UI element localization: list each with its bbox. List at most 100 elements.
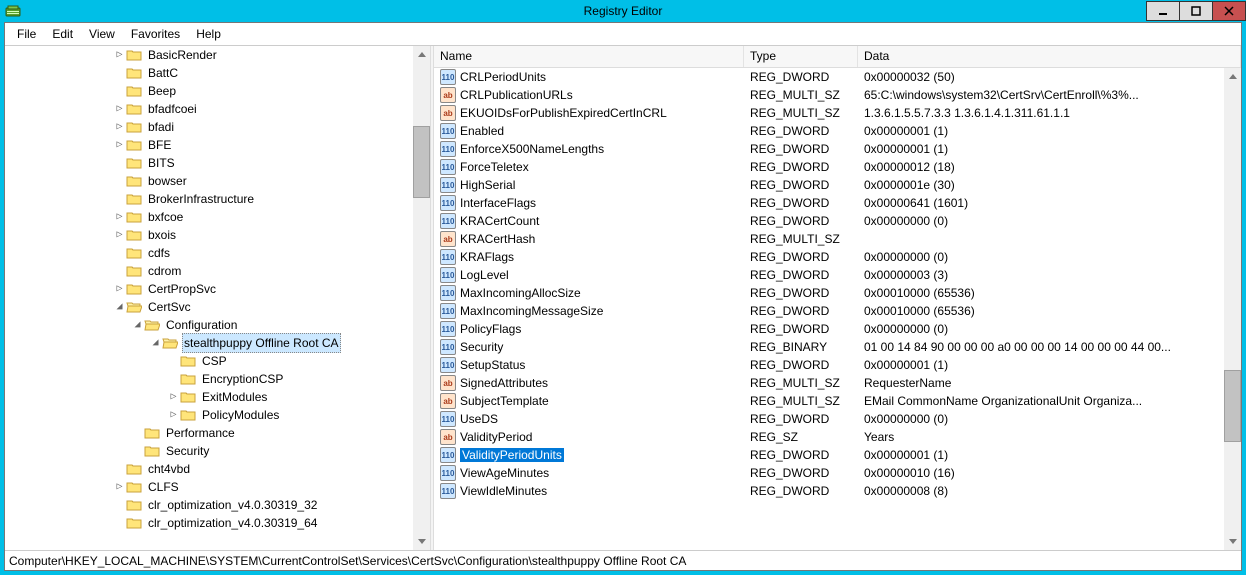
tree-node-label: ExitModules bbox=[200, 388, 269, 406]
value-row[interactable]: abCRLPublicationURLsREG_MULTI_SZ65:C:\wi… bbox=[434, 86, 1224, 104]
tree-node[interactable]: ▷ bxfcoe bbox=[5, 208, 413, 226]
tree-node-label: bowser bbox=[146, 172, 189, 190]
expand-toggle-icon[interactable]: ▷ bbox=[167, 388, 180, 406]
value-data: 0x00010000 (65536) bbox=[858, 304, 1224, 318]
menu-edit[interactable]: Edit bbox=[44, 25, 81, 43]
titlebar[interactable]: Registry Editor bbox=[0, 0, 1246, 22]
tree-node[interactable]: Beep bbox=[5, 82, 413, 100]
value-row[interactable]: 110LogLevelREG_DWORD0x00000003 (3) bbox=[434, 266, 1224, 284]
column-type[interactable]: Type bbox=[744, 46, 858, 67]
tree-node[interactable]: bowser bbox=[5, 172, 413, 190]
tree-node[interactable]: BITS bbox=[5, 154, 413, 172]
scroll-down-icon[interactable] bbox=[1224, 533, 1241, 550]
tree-node-label: bxois bbox=[146, 226, 178, 244]
tree-node[interactable]: ▷CLFS bbox=[5, 478, 413, 496]
value-data: 0x00000001 (1) bbox=[858, 124, 1224, 138]
value-data: 0x00000001 (1) bbox=[858, 448, 1224, 462]
tree-node[interactable]: ▷BasicRender bbox=[5, 46, 413, 64]
tree-node-label: CertPropSvc bbox=[146, 280, 218, 298]
value-row[interactable]: 110UseDSREG_DWORD0x00000000 (0) bbox=[434, 410, 1224, 428]
tree-node[interactable]: ◢CertSvc bbox=[5, 298, 413, 316]
expand-toggle-icon[interactable]: ▷ bbox=[113, 226, 126, 244]
value-row[interactable]: 110KRAFlagsREG_DWORD0x00000000 (0) bbox=[434, 248, 1224, 266]
tree-node[interactable]: ◢ Configuration bbox=[5, 316, 413, 334]
scroll-down-icon[interactable] bbox=[413, 533, 430, 550]
expand-toggle-icon[interactable]: ◢ bbox=[149, 334, 162, 352]
tree-node[interactable]: ▷bfadfcoei bbox=[5, 100, 413, 118]
value-row[interactable]: 110ForceTeletexREG_DWORD0x00000012 (18) bbox=[434, 158, 1224, 176]
tree-node[interactable]: ▷BFE bbox=[5, 136, 413, 154]
tree-node[interactable]: CSP bbox=[5, 352, 413, 370]
tree-node[interactable]: ▷bfadi bbox=[5, 118, 413, 136]
expand-toggle-icon[interactable]: ▷ bbox=[113, 46, 126, 64]
expand-toggle-icon[interactable]: ◢ bbox=[113, 298, 126, 316]
tree-node-label: BITS bbox=[146, 154, 177, 172]
value-row[interactable]: 110ValidityPeriodUnitsREG_DWORD0x0000000… bbox=[434, 446, 1224, 464]
expand-toggle-icon[interactable]: ◢ bbox=[131, 316, 144, 334]
folder-icon bbox=[126, 462, 142, 476]
tree-node[interactable]: BattC bbox=[5, 64, 413, 82]
tree-node-label: cht4vbd bbox=[146, 460, 192, 478]
value-row[interactable]: abEKUOIDsForPublishExpiredCertInCRLREG_M… bbox=[434, 104, 1224, 122]
value-row[interactable]: 110SetupStatusREG_DWORD0x00000001 (1) bbox=[434, 356, 1224, 374]
column-data[interactable]: Data bbox=[858, 46, 1241, 67]
expand-toggle-icon[interactable]: ▷ bbox=[113, 208, 126, 226]
menu-help[interactable]: Help bbox=[188, 25, 229, 43]
tree-node-label: Configuration bbox=[164, 316, 239, 334]
reg-binary-icon: 110 bbox=[440, 69, 456, 85]
expand-toggle-icon[interactable]: ▷ bbox=[113, 100, 126, 118]
value-row[interactable]: 110KRACertCountREG_DWORD0x00000000 (0) bbox=[434, 212, 1224, 230]
menu-favorites[interactable]: Favorites bbox=[123, 25, 188, 43]
tree-node-label: CSP bbox=[200, 352, 229, 370]
folder-icon bbox=[126, 192, 142, 206]
tree-node[interactable]: ▷ bxois bbox=[5, 226, 413, 244]
value-row[interactable]: 110HighSerialREG_DWORD0x0000001e (30) bbox=[434, 176, 1224, 194]
scroll-up-icon[interactable] bbox=[413, 46, 430, 63]
expand-toggle-icon[interactable]: ▷ bbox=[167, 406, 180, 424]
tree-node[interactable]: ◢stealthpuppy Offline Root CA bbox=[5, 334, 413, 352]
tree-node[interactable]: clr_optimization_v4.0.30319_64 bbox=[5, 514, 413, 532]
value-row[interactable]: 110InterfaceFlagsREG_DWORD0x00000641 (16… bbox=[434, 194, 1224, 212]
tree-node-label: bxfcoe bbox=[146, 208, 185, 226]
tree-node[interactable]: cdrom bbox=[5, 262, 413, 280]
folder-icon bbox=[126, 84, 142, 98]
value-row[interactable]: abKRACertHashREG_MULTI_SZ bbox=[434, 230, 1224, 248]
value-row[interactable]: 110ViewIdleMinutesREG_DWORD0x00000008 (8… bbox=[434, 482, 1224, 500]
expand-toggle-icon[interactable]: ▷ bbox=[113, 118, 126, 136]
tree-node[interactable]: Performance bbox=[5, 424, 413, 442]
value-row[interactable]: abSubjectTemplateREG_MULTI_SZEMail Commo… bbox=[434, 392, 1224, 410]
value-row[interactable]: 110EnforceX500NameLengthsREG_DWORD0x0000… bbox=[434, 140, 1224, 158]
menu-view[interactable]: View bbox=[81, 25, 123, 43]
menu-file[interactable]: File bbox=[9, 25, 44, 43]
value-row[interactable]: 110EnabledREG_DWORD0x00000001 (1) bbox=[434, 122, 1224, 140]
tree-node[interactable]: cht4vbd bbox=[5, 460, 413, 478]
tree-node[interactable]: BrokerInfrastructure bbox=[5, 190, 413, 208]
scroll-thumb[interactable] bbox=[413, 126, 430, 198]
scroll-up-icon[interactable] bbox=[1224, 68, 1241, 85]
value-row[interactable]: 110MaxIncomingAllocSizeREG_DWORD0x000100… bbox=[434, 284, 1224, 302]
value-row[interactable]: 110PolicyFlagsREG_DWORD0x00000000 (0) bbox=[434, 320, 1224, 338]
value-row[interactable]: 110MaxIncomingMessageSizeREG_DWORD0x0001… bbox=[434, 302, 1224, 320]
expand-toggle-icon[interactable]: ▷ bbox=[113, 136, 126, 154]
tree-node[interactable]: ▷ CertPropSvc bbox=[5, 280, 413, 298]
tree-node[interactable]: ▷ ExitModules bbox=[5, 388, 413, 406]
value-name: KRACertHash bbox=[460, 232, 535, 246]
value-row[interactable]: 110ViewAgeMinutesREG_DWORD0x00000010 (16… bbox=[434, 464, 1224, 482]
tree-node[interactable]: cdfs bbox=[5, 244, 413, 262]
scroll-thumb[interactable] bbox=[1224, 370, 1241, 442]
value-row[interactable]: abSignedAttributesREG_MULTI_SZRequesterN… bbox=[434, 374, 1224, 392]
value-row[interactable]: abValidityPeriodREG_SZYears bbox=[434, 428, 1224, 446]
value-name: KRACertCount bbox=[460, 214, 539, 228]
tree-scrollbar[interactable] bbox=[413, 46, 430, 550]
expand-toggle-icon[interactable]: ▷ bbox=[113, 280, 126, 298]
value-row[interactable]: 110SecurityREG_BINARY01 00 14 84 90 00 0… bbox=[434, 338, 1224, 356]
tree-node[interactable]: EncryptionCSP bbox=[5, 370, 413, 388]
tree-node[interactable]: ▷PolicyModules bbox=[5, 406, 413, 424]
tree-node[interactable]: clr_optimization_v4.0.30319_32 bbox=[5, 496, 413, 514]
tree-node[interactable]: Security bbox=[5, 442, 413, 460]
value-data: 0x00000000 (0) bbox=[858, 412, 1224, 426]
list-scrollbar[interactable] bbox=[1224, 68, 1241, 550]
expand-toggle-icon[interactable]: ▷ bbox=[113, 478, 126, 496]
value-row[interactable]: 110CRLPeriodUnitsREG_DWORD0x00000032 (50… bbox=[434, 68, 1224, 86]
column-name[interactable]: Name bbox=[434, 46, 744, 67]
